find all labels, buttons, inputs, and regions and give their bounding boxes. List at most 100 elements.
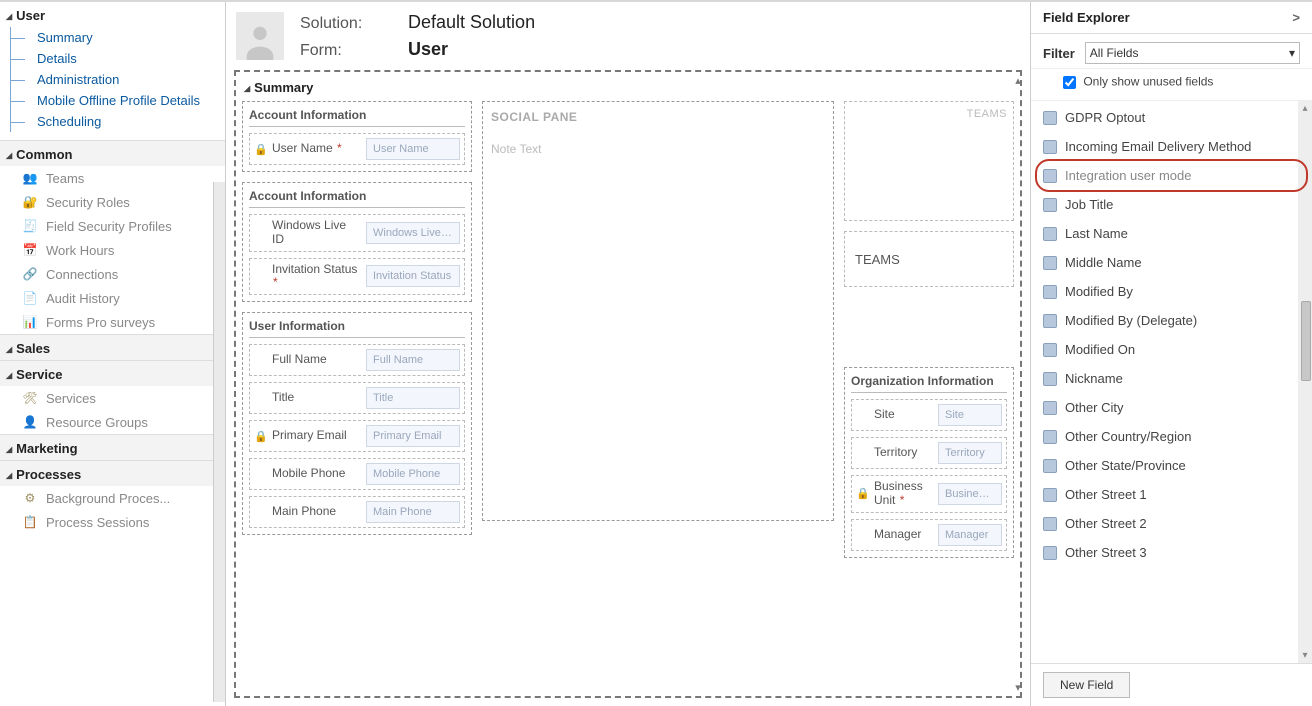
related-group-common[interactable]: Common [0, 140, 225, 166]
field-placeholder[interactable]: Main Phone [366, 501, 460, 523]
field-icon [1043, 459, 1057, 473]
field-explorer-item[interactable]: Incoming Email Delivery Method [1031, 132, 1312, 161]
box-account-info-2[interactable]: Account Information Windows Live IDWindo… [242, 182, 472, 302]
field-placeholder[interactable]: Invitation Status [366, 265, 460, 287]
related-group-marketing[interactable]: Marketing [0, 434, 225, 460]
tab-mobile-offline[interactable]: Mobile Offline Profile Details [27, 90, 225, 111]
form-field[interactable]: 🔒Business Unit *Business Unit [851, 475, 1007, 513]
form-field[interactable]: Windows Live IDWindows Live ID [249, 214, 465, 252]
field-explorer-item[interactable]: GDPR Optout [1031, 103, 1312, 132]
field-label: Title [272, 391, 360, 405]
field-placeholder[interactable]: Business Unit [938, 483, 1002, 505]
form-field[interactable]: Invitation Status *Invitation Status [249, 258, 465, 296]
form-field[interactable]: 🔒User Name *User Name [249, 133, 465, 165]
scroll-thumb[interactable] [1301, 301, 1311, 381]
field-placeholder[interactable]: Primary Email [366, 425, 460, 447]
tab-administration[interactable]: Administration [27, 69, 225, 90]
left-nav: User Summary Details Administration Mobi… [0, 2, 226, 706]
scroll-up-icon[interactable]: ▴ [1015, 74, 1021, 87]
field-explorer-item[interactable]: Other State/Province [1031, 451, 1312, 480]
related-item[interactable]: 🔗Connections [0, 262, 225, 286]
field-explorer-item[interactable]: Modified By [1031, 277, 1312, 306]
canvas-scrollbar[interactable]: ▴ ▾ [1010, 72, 1022, 696]
scroll-up-icon[interactable]: ▴ [1302, 103, 1307, 114]
box-organization-info[interactable]: Organization Information SiteSiteTerrito… [844, 367, 1014, 558]
field-explorer-item[interactable]: Other Street 3 [1031, 538, 1312, 567]
field-explorer-item[interactable]: Integration user mode [1031, 161, 1312, 190]
field-placeholder[interactable]: Manager [938, 524, 1002, 546]
field-explorer-item[interactable]: Other Street 1 [1031, 480, 1312, 509]
field-explorer-item[interactable]: Other Street 2 [1031, 509, 1312, 538]
filter-select[interactable]: All Fields ▾ [1085, 42, 1300, 64]
form-canvas[interactable]: Summary Account Information 🔒User Name *… [234, 70, 1022, 698]
related-item[interactable]: ⚙Background Proces... [0, 486, 225, 510]
field-placeholder[interactable]: Site [938, 404, 1002, 426]
collapse-icon[interactable]: > [1292, 10, 1300, 25]
related-item[interactable]: 👥Teams [0, 166, 225, 190]
related-item[interactable]: 👤Resource Groups [0, 410, 225, 434]
tab-details[interactable]: Details [27, 48, 225, 69]
field-placeholder[interactable]: Full Name [366, 349, 460, 371]
field-label: Territory [874, 446, 932, 460]
related-item-icon: 📅 [22, 242, 38, 258]
teams-subgrid-header[interactable]: TEAMS [844, 101, 1014, 221]
chevron-down-icon: ▾ [1289, 46, 1295, 60]
form-field[interactable]: Full NameFull Name [249, 344, 465, 376]
field-explorer-item-label: Job Title [1065, 197, 1113, 212]
form-key: Form: [300, 42, 390, 60]
new-field-button[interactable]: New Field [1043, 672, 1130, 698]
only-unused-checkbox[interactable] [1063, 76, 1076, 89]
related-item[interactable]: 📊Forms Pro surveys [0, 310, 225, 334]
related-group-processes[interactable]: Processes [0, 460, 225, 486]
field-explorer-item[interactable]: Last Name [1031, 219, 1312, 248]
form-header: Solution: Default Solution Form: User [226, 2, 1030, 70]
field-placeholder[interactable]: Windows Live ID [366, 222, 460, 244]
entity-title[interactable]: User [0, 2, 225, 27]
section-summary-title[interactable]: Summary [242, 78, 1014, 101]
related-item[interactable]: 🧾Field Security Profiles [0, 214, 225, 238]
field-icon [1043, 488, 1057, 502]
nav-collapse-handle[interactable] [213, 182, 225, 702]
box-user-info[interactable]: User Information Full NameFull NameTitle… [242, 312, 472, 535]
related-group-sales[interactable]: Sales [0, 334, 225, 360]
field-explorer-item[interactable]: Job Title [1031, 190, 1312, 219]
field-placeholder[interactable]: Title [366, 387, 460, 409]
field-explorer-item[interactable]: Other City [1031, 393, 1312, 422]
form-field[interactable]: Main PhoneMain Phone [249, 496, 465, 528]
field-explorer-item[interactable]: Other Country/Region [1031, 422, 1312, 451]
field-explorer-item[interactable]: Modified On [1031, 335, 1312, 364]
teams-subgrid[interactable]: TEAMS [844, 231, 1014, 287]
tab-scheduling[interactable]: Scheduling [27, 111, 225, 132]
related-item[interactable]: 📅Work Hours [0, 238, 225, 262]
social-pane[interactable]: SOCIAL PANE Note Text [482, 101, 834, 521]
scroll-down-icon[interactable]: ▾ [1015, 681, 1021, 694]
field-placeholder[interactable]: User Name [366, 138, 460, 160]
field-explorer-item-label: Other Street 2 [1065, 516, 1147, 531]
field-list[interactable]: ▴ ▾ GDPR OptoutIncoming Email Delivery M… [1031, 101, 1312, 663]
box-account-info-1[interactable]: Account Information 🔒User Name *User Nam… [242, 101, 472, 172]
field-explorer-item[interactable]: Modified By (Delegate) [1031, 306, 1312, 335]
field-explorer-item[interactable]: Nickname [1031, 364, 1312, 393]
form-field[interactable]: Title Title [249, 382, 465, 414]
related-group-service[interactable]: Service [0, 360, 225, 386]
canvas-col-3: TEAMS TEAMS Organization Information Sit… [844, 101, 1014, 558]
related-item[interactable]: 🛠Services [0, 386, 225, 410]
related-item[interactable]: 📋Process Sessions [0, 510, 225, 534]
form-field[interactable]: Territory Territory [851, 437, 1007, 469]
form-field[interactable]: ManagerManager [851, 519, 1007, 551]
field-explorer-item[interactable]: Middle Name [1031, 248, 1312, 277]
related-item-icon: 📄 [22, 290, 38, 306]
field-explorer-item-label: Other Street 3 [1065, 545, 1147, 560]
form-field[interactable]: 🔒Primary EmailPrimary Email [249, 420, 465, 452]
form-designer: Solution: Default Solution Form: User Su… [226, 2, 1030, 706]
related-item[interactable]: 🔐Security Roles [0, 190, 225, 214]
field-placeholder[interactable]: Mobile Phone [366, 463, 460, 485]
field-explorer-item-label: Last Name [1065, 226, 1128, 241]
form-field[interactable]: SiteSite [851, 399, 1007, 431]
tab-summary[interactable]: Summary [27, 27, 225, 48]
scroll-down-icon[interactable]: ▾ [1302, 650, 1307, 661]
form-field[interactable]: Mobile PhoneMobile Phone [249, 458, 465, 490]
field-explorer-item-label: Nickname [1065, 371, 1123, 386]
field-placeholder[interactable]: Territory [938, 442, 1002, 464]
related-item[interactable]: 📄Audit History [0, 286, 225, 310]
